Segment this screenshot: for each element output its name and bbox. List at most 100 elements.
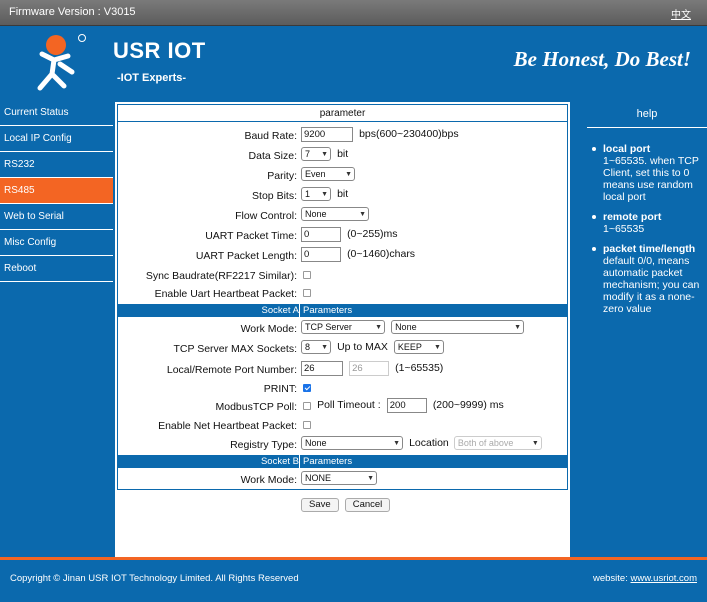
footer: Copyright © Jinan USR IOT Technology Lim… [0, 560, 707, 602]
sync-baud-label: Sync Baudrate(RF2217 Similar): [145, 270, 297, 282]
uart-time-label: UART Packet Time: [205, 230, 297, 242]
chevron-down-icon: ▼ [531, 440, 539, 447]
poll-timeout-input[interactable]: 200 [386, 398, 427, 413]
work-mode-a-sub-select[interactable]: None ▼ [391, 320, 525, 334]
uart-time-row: UART Packet Time: 0 (0~255)ms [205, 227, 398, 242]
chevron-down-icon: ▼ [321, 151, 328, 158]
baud-rate-hint: bps(600~230400)bps [359, 128, 459, 140]
socket-b-header: Socket B Parameters [118, 455, 567, 468]
help-item: remote port 1~65535 [592, 211, 707, 235]
sync-baud-row: Sync Baudrate(RF2217 Similar): [118, 267, 567, 285]
modbus-checkbox[interactable] [303, 402, 311, 410]
stop-bits-row: Stop Bits: 1 ▼ bit [252, 187, 349, 202]
uart-length-row: UART Packet Length: 0 (0~1460)chars [195, 247, 416, 262]
work-mode-a-label: Work Mode: [240, 323, 297, 335]
max-sockets-select[interactable]: 8 ▼ [301, 340, 331, 354]
top-bar: Firmware Version : V3015 中文 [0, 0, 707, 26]
nav-item-rs232[interactable]: RS232 [0, 152, 113, 178]
baud-rate-row: Baud Rate: 9200 bps(600~230400)bps [118, 127, 567, 145]
chevron-down-icon: ▼ [433, 344, 441, 351]
parity-label: Parity: [267, 170, 297, 182]
work-mode-b-select[interactable]: NONE ▼ [301, 471, 377, 485]
port-label: Local/Remote Port Number: [166, 364, 297, 376]
brand-subtitle: -IOT Experts- [117, 72, 187, 84]
modbus-row: ModbusTCP Poll: Poll Timeout : 200 (200~… [215, 398, 504, 413]
parity-row: Parity: Even ▼ [118, 167, 567, 185]
print-row: PRINT: [118, 380, 567, 398]
baud-rate-input[interactable]: 9200 [301, 127, 353, 142]
chevron-down-icon: ▼ [321, 191, 328, 198]
max-sockets-row: TCP Server MAX Sockets: 8 ▼ Up to MAX KEE… [118, 340, 567, 358]
nav-item-current-status[interactable]: Current Status [0, 100, 113, 126]
chevron-down-icon: ▼ [367, 475, 374, 482]
work-mode-a-row: Work Mode: TCP Server ▼ None ▼ [118, 320, 567, 338]
firmware-version: Firmware Version : V3015 [9, 6, 136, 18]
help-panel: help local port 1~65535. when TCP Client,… [587, 100, 707, 557]
work-mode-b-row: Work Mode: NONE ▼ [118, 471, 567, 489]
chevron-down-icon: ▼ [359, 211, 366, 218]
parity-select[interactable]: Even ▼ [301, 167, 355, 181]
data-size-row: Data Size: 7 ▼ bit [248, 147, 349, 162]
flow-control-row: Flow Control: None ▼ [118, 207, 567, 225]
header: USR IOT -IOT Experts- Be Honest, Do Best… [0, 26, 707, 100]
flow-control-select[interactable]: None ▼ [301, 207, 369, 221]
uart-heartbeat-label: Enable Uart Heartbeat Packet: [154, 288, 297, 300]
uart-time-input[interactable]: 0 [301, 227, 341, 242]
location-select[interactable]: Both of above ▼ [453, 436, 542, 450]
website-link[interactable]: www.usriot.com [630, 573, 697, 584]
parameter-panel: parameter Baud Rate: 9200 bps(600~230400… [117, 104, 568, 490]
data-size-select[interactable]: 7 ▼ [301, 147, 331, 161]
baud-rate-label: Baud Rate: [244, 130, 297, 142]
help-item: packet time/length default 0/0, means aut… [592, 243, 707, 315]
local-port-input[interactable]: 26 [301, 361, 343, 376]
chevron-down-icon: ▼ [514, 324, 522, 331]
nav-item-reboot[interactable]: Reboot [0, 256, 113, 282]
port-row: Local/Remote Port Number: 26 26 (1~65535… [166, 361, 444, 376]
print-checkbox[interactable] [303, 384, 311, 392]
nav-item-local-ip-config[interactable]: Local IP Config [0, 126, 113, 152]
save-button[interactable]: Save [301, 498, 339, 512]
max-sockets-label: TCP Server MAX Sockets: [173, 343, 297, 355]
sync-baud-checkbox[interactable] [303, 271, 311, 279]
nav-item-web-to-serial[interactable]: Web to Serial [0, 204, 113, 230]
flow-control-label: Flow Control: [235, 210, 297, 222]
help-item: local port 1~65535. when TCP Client, set … [592, 143, 707, 203]
registry-type-select[interactable]: None ▼ [301, 436, 403, 450]
help-list: local port 1~65535. when TCP Client, set … [587, 128, 707, 315]
registry-row: Registry Type: None ▼ Location Both of ab… [118, 436, 567, 454]
website-info: website: www.usriot.com [592, 573, 697, 584]
cancel-button[interactable]: Cancel [344, 498, 391, 512]
net-heartbeat-label: Enable Net Heartbeat Packet: [158, 420, 297, 432]
nav-item-misc-config[interactable]: Misc Config [0, 230, 113, 256]
panel-title: parameter [118, 105, 567, 122]
chevron-down-icon: ▼ [321, 344, 328, 351]
uart-heartbeat-checkbox[interactable] [303, 289, 311, 297]
logo-icon [37, 34, 86, 91]
brand-name: USR IOT [113, 38, 206, 63]
language-link[interactable]: 中文 [671, 6, 691, 21]
print-label: PRINT: [263, 383, 297, 395]
copyright-text: Copyright © Jinan USR IOT Technology Lim… [10, 573, 299, 584]
socket-a-header: Socket A Parameters [118, 304, 567, 317]
sidebar-nav: Current Status Local IP Config RS232 RS4… [0, 100, 113, 557]
main-content: parameter Baud Rate: 9200 bps(600~230400… [113, 100, 587, 557]
chevron-down-icon: ▼ [345, 171, 352, 178]
slogan: Be Honest, Do Best! [513, 47, 691, 71]
data-size-label: Data Size: [248, 150, 297, 162]
remote-port-input[interactable]: 26 [349, 361, 390, 376]
uart-length-label: UART Packet Length: [195, 250, 297, 262]
nav-item-rs485[interactable]: RS485 [0, 178, 113, 204]
uart-heartbeat-row: Enable Uart Heartbeat Packet: [118, 285, 567, 303]
chevron-down-icon: ▼ [393, 440, 400, 447]
uart-length-input[interactable]: 0 [301, 247, 341, 262]
net-heartbeat-row: Enable Net Heartbeat Packet: [118, 417, 567, 435]
keep-select[interactable]: KEEP ▼ [393, 340, 444, 354]
stop-bits-label: Stop Bits: [252, 190, 297, 202]
net-heartbeat-checkbox[interactable] [303, 421, 311, 429]
chevron-down-icon: ▼ [375, 324, 382, 331]
stop-bits-select[interactable]: 1 ▼ [301, 187, 331, 201]
work-mode-a-select[interactable]: TCP Server ▼ [301, 320, 385, 334]
help-title: help [587, 100, 707, 128]
form-buttons: Save Cancel [301, 498, 393, 512]
modbus-label: ModbusTCP Poll: [215, 401, 297, 413]
